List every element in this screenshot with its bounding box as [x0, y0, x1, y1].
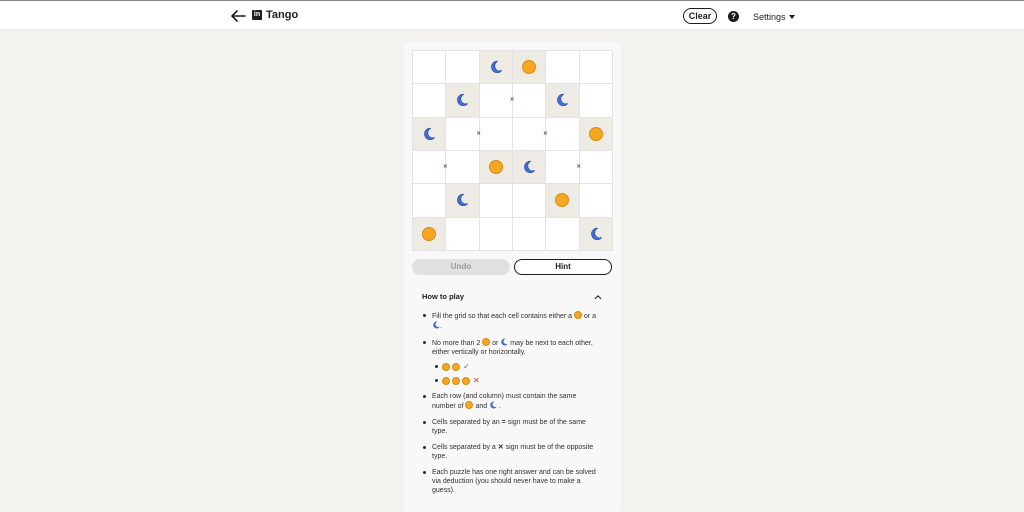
cross-constraint-icon: ×: [476, 130, 481, 138]
moon-icon: [501, 338, 508, 346]
rule-item: Each row (and column) must contain the s…: [422, 392, 602, 411]
app-title: Tango: [266, 9, 299, 21]
board-cell[interactable]: [479, 184, 512, 217]
rule-item: Fill the grid so that each cell contains…: [422, 311, 602, 331]
board-cell[interactable]: [512, 84, 546, 117]
board-cell[interactable]: [413, 184, 446, 217]
top-bar: in Tango Clear ? Settings: [0, 0, 1024, 30]
board-cell[interactable]: [413, 217, 446, 250]
rule-item: Cells separated by a ✕ sign must be of t…: [422, 443, 602, 461]
game-panel: × × × × × Undo Hint How to play Fill the gri…: [404, 42, 621, 512]
valid-example: ✓: [432, 362, 602, 371]
board-cell[interactable]: ×: [413, 150, 448, 184]
board-cell[interactable]: [413, 117, 446, 150]
board-cell[interactable]: ×: [479, 84, 515, 117]
how-to-play-title: How to play: [422, 292, 465, 301]
sun-icon: [488, 160, 503, 175]
app-brand: in Tango: [252, 9, 298, 21]
cross-sign-icon: ✕: [497, 444, 504, 451]
board-cell[interactable]: [579, 150, 612, 184]
sun-icon: [588, 126, 603, 141]
back-arrow-icon[interactable]: [229, 8, 247, 24]
sun-icon: [555, 193, 570, 208]
sun-icon: [452, 362, 460, 371]
rule-item: No more than 2 or may be next to each ot…: [422, 338, 602, 385]
board-cell[interactable]: [512, 51, 546, 84]
board-cell[interactable]: [413, 51, 446, 84]
sun-icon: [422, 226, 437, 241]
board-cell[interactable]: ×: [446, 117, 481, 150]
how-to-play-section: How to play Fill the grid so that each c…: [422, 292, 602, 502]
example-list: ✓ ✕: [432, 362, 602, 385]
board-cell[interactable]: [479, 51, 512, 84]
rule-item: Cells separated by an = sign must be of …: [422, 418, 602, 436]
board-cell[interactable]: [579, 84, 612, 117]
board-cell[interactable]: [546, 217, 579, 250]
board-cell[interactable]: [446, 84, 479, 117]
tango-board: × × × × ×: [412, 50, 613, 251]
chevron-up-icon[interactable]: [594, 293, 602, 301]
board-cell[interactable]: ×: [546, 150, 581, 184]
board-cell[interactable]: [479, 150, 512, 184]
rules-list: Fill the grid so that each cell contains…: [422, 311, 602, 495]
board-cell[interactable]: [512, 217, 546, 250]
board-cell[interactable]: [413, 84, 446, 117]
board-cell[interactable]: [579, 217, 612, 250]
clear-button[interactable]: Clear: [683, 8, 717, 24]
board-cell[interactable]: [512, 150, 546, 184]
moon-icon: [591, 227, 602, 240]
sun-icon: [442, 376, 450, 385]
board-cell[interactable]: [512, 184, 546, 217]
board-cell[interactable]: [446, 184, 479, 217]
moon-icon: [490, 401, 497, 409]
equals-sign-icon: =: [501, 419, 506, 426]
board-cell[interactable]: [479, 117, 512, 150]
moon-icon: [457, 94, 469, 107]
sun-icon: [462, 376, 470, 385]
settings-menu[interactable]: Settings: [753, 12, 795, 22]
board-cell[interactable]: [579, 117, 612, 150]
moon-icon: [491, 61, 502, 74]
undo-button[interactable]: Undo: [412, 259, 510, 275]
cross-constraint-icon: ×: [543, 130, 548, 138]
sun-icon: [442, 362, 450, 371]
moon-icon: [524, 161, 536, 174]
moon-icon: [557, 94, 569, 107]
board-cell[interactable]: [446, 217, 479, 250]
sun-icon: [574, 311, 583, 319]
board-cell[interactable]: [479, 217, 512, 250]
sun-icon: [522, 60, 537, 75]
action-buttons: Undo Hint: [412, 259, 613, 275]
board-cell[interactable]: [546, 51, 579, 84]
sun-icon: [482, 338, 491, 346]
hint-button[interactable]: Hint: [514, 259, 612, 275]
moon-icon: [433, 321, 440, 329]
invalid-example: ✕: [432, 376, 602, 385]
cross-icon: ✕: [473, 376, 480, 385]
board-cell[interactable]: [546, 117, 579, 150]
board-cell[interactable]: [546, 84, 579, 117]
moon-icon: [457, 194, 469, 207]
cross-constraint-icon: ×: [443, 163, 448, 171]
caret-down-icon: [788, 15, 795, 19]
linkedin-logo-icon: in: [252, 10, 262, 20]
board-cell[interactable]: [579, 184, 612, 217]
board-cell[interactable]: [446, 51, 479, 84]
rule-item: Each puzzle has one right answer and can…: [422, 468, 602, 495]
board-cell[interactable]: [579, 51, 612, 84]
sun-icon: [452, 376, 460, 385]
board-cell[interactable]: ×: [512, 117, 548, 150]
help-icon[interactable]: ?: [728, 11, 739, 22]
board-cell[interactable]: [546, 184, 579, 217]
sun-icon: [465, 401, 474, 409]
checkmark-icon: ✓: [463, 362, 470, 371]
moon-icon: [424, 127, 436, 140]
settings-label: Settings: [753, 12, 786, 22]
cross-constraint-icon: ×: [576, 163, 581, 171]
cross-constraint-icon: ×: [509, 96, 515, 104]
board-cell[interactable]: [446, 150, 479, 184]
